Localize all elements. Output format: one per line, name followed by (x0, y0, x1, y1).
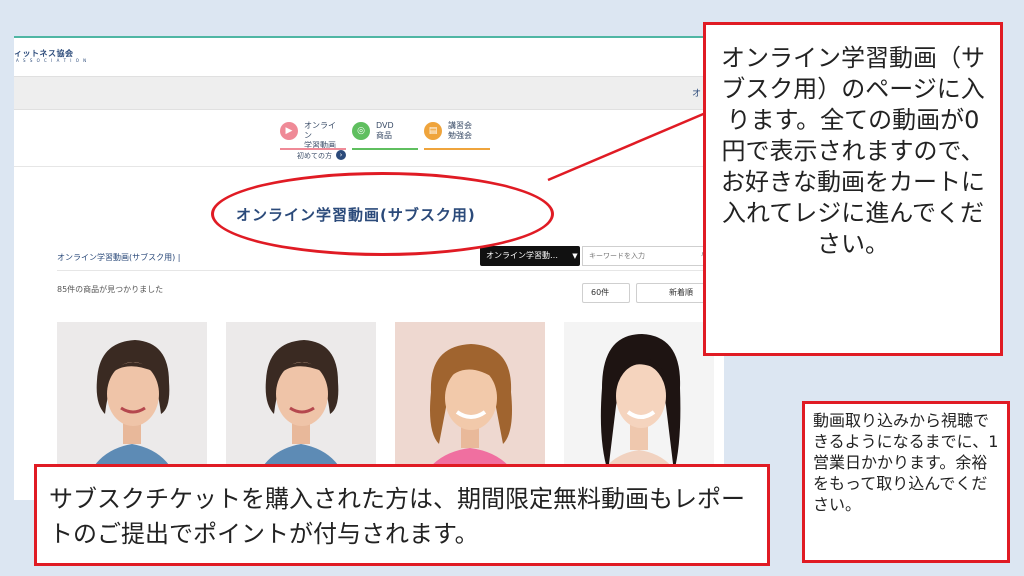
callout-subscription-page: オンライン学習動画（サブスク用）のページに入ります。全ての動画が0円で表示されま… (703, 22, 1003, 356)
callout-text: オンライン学習動画（サブスク用）のページに入ります。全ての動画が0円で表示されま… (721, 44, 985, 258)
callout-text: サブスクチケットを購入された方は、期間限定無料動画もレポートのご提出でポイントが… (49, 485, 745, 548)
callout-subscription-ticket: サブスクチケットを購入された方は、期間限定無料動画もレポートのご提出でポイントが… (34, 464, 770, 566)
callout-processing-time: 動画取り込みから視聴できるようになるまでに、1営業日かかります。余裕をもって取り… (802, 401, 1010, 563)
callout-text: 動画取り込みから視聴できるようになるまでに、1営業日かかります。余裕をもって取り… (813, 411, 999, 514)
